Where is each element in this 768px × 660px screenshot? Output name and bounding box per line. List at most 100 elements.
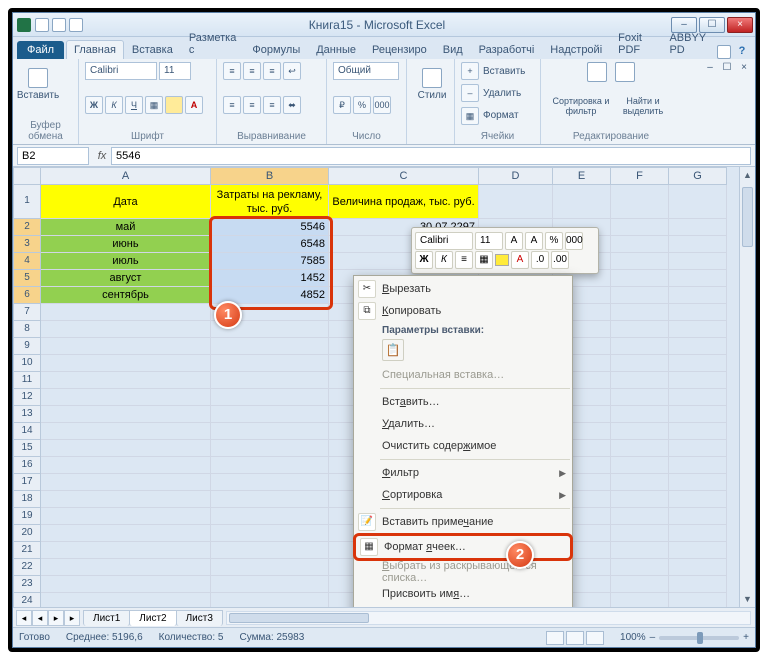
status-avg: Среднее: 5196,6 bbox=[66, 632, 143, 643]
formula-input[interactable]: 5546 bbox=[111, 147, 751, 165]
styles-icon bbox=[422, 68, 442, 88]
mini-fill[interactable] bbox=[495, 254, 509, 266]
mini-toolbar[interactable]: Calibri 11 A A % 000 Ж К ≡ ▦ A .0 .00 bbox=[411, 227, 599, 274]
group-cells: Ячейки bbox=[461, 131, 534, 142]
mini-dec-dec[interactable]: .00 bbox=[551, 251, 569, 269]
close-button[interactable]: × bbox=[727, 17, 753, 33]
redo-icon[interactable] bbox=[69, 18, 83, 32]
insert-cells[interactable]: + bbox=[461, 62, 479, 80]
font-color-button[interactable]: A bbox=[185, 96, 203, 114]
mini-size[interactable]: 11 bbox=[475, 232, 503, 250]
align-top[interactable]: ≡ bbox=[223, 62, 241, 80]
sheet-nav[interactable]: ◂◂▸▸ bbox=[16, 610, 80, 626]
ctx-filter[interactable]: Фильтр▶ bbox=[354, 462, 572, 484]
tab-formulas[interactable]: Формулы bbox=[244, 40, 308, 59]
number-format[interactable]: Общий bbox=[333, 62, 399, 80]
align-right[interactable]: ≡ bbox=[263, 96, 281, 114]
tab-abbyy[interactable]: ABBYY PD bbox=[661, 28, 717, 59]
ctx-cut[interactable]: ✂Вырезать bbox=[354, 278, 572, 300]
mini-center[interactable]: ≡ bbox=[455, 251, 473, 269]
sheet-tab[interactable]: Лист2 bbox=[129, 610, 176, 626]
tab-foxit[interactable]: Foxit PDF bbox=[610, 28, 661, 59]
ctx-copy[interactable]: ⧉Копировать bbox=[354, 300, 572, 322]
vertical-scrollbar[interactable]: ▲ ▼ bbox=[739, 167, 755, 607]
font-size[interactable]: 11 bbox=[159, 62, 191, 80]
undo-icon[interactable] bbox=[52, 18, 66, 32]
align-center[interactable]: ≡ bbox=[243, 96, 261, 114]
fill-color-button[interactable] bbox=[165, 96, 183, 114]
mini-dec-inc[interactable]: .0 bbox=[531, 251, 549, 269]
underline-button[interactable]: Ч bbox=[125, 96, 143, 114]
quick-access-toolbar[interactable] bbox=[35, 18, 83, 32]
tab-developer[interactable]: Разработчі bbox=[471, 40, 543, 59]
mini-font[interactable]: Calibri bbox=[415, 232, 473, 250]
sheet-tab[interactable]: Лист1 bbox=[83, 610, 130, 626]
tab-insert[interactable]: Вставка bbox=[124, 40, 181, 59]
mini-shrink[interactable]: A bbox=[525, 232, 543, 250]
align-bot[interactable]: ≡ bbox=[263, 62, 281, 80]
ribbon: – ☐ × Вставить Буфер обмена Calibri 11 Ж… bbox=[13, 59, 755, 145]
italic-button[interactable]: К bbox=[105, 96, 123, 114]
tab-layout[interactable]: Разметка с bbox=[181, 28, 245, 59]
format-cells[interactable]: ▦ bbox=[461, 107, 479, 125]
styles-button[interactable]: Стили bbox=[413, 62, 451, 106]
wrap-text[interactable]: ↩ bbox=[283, 62, 301, 80]
comma-button[interactable]: 000 bbox=[373, 96, 391, 114]
paste-button[interactable]: Вставить bbox=[19, 62, 57, 106]
tab-review[interactable]: Рецензиро bbox=[364, 40, 435, 59]
align-mid[interactable]: ≡ bbox=[243, 62, 261, 80]
sort-icon bbox=[587, 62, 607, 82]
view-buttons[interactable] bbox=[546, 631, 604, 645]
ctx-insert[interactable]: Вставить… bbox=[354, 391, 572, 413]
tab-data[interactable]: Данные bbox=[308, 40, 364, 59]
mdi-restore[interactable]: ☐ bbox=[720, 61, 734, 75]
mini-grow[interactable]: A bbox=[505, 232, 523, 250]
ctx-sort[interactable]: Сортировка▶ bbox=[354, 484, 572, 506]
sort-filter-button[interactable] bbox=[587, 62, 607, 82]
delete-cells[interactable]: – bbox=[461, 84, 479, 102]
ctx-name[interactable]: Присвоить имя… bbox=[354, 583, 572, 605]
font-name[interactable]: Calibri bbox=[85, 62, 157, 80]
ctx-delete[interactable]: Удалить… bbox=[354, 413, 572, 435]
mini-color[interactable]: A bbox=[511, 251, 529, 269]
zoom-control[interactable]: 100%–+ bbox=[620, 632, 749, 643]
minimize-ribbon-icon[interactable] bbox=[717, 45, 731, 59]
fx-icon[interactable]: fx bbox=[93, 150, 111, 162]
find-select-button[interactable] bbox=[615, 62, 635, 82]
ctx-format-cells[interactable]: ▦Формат ячеек… bbox=[353, 533, 573, 561]
paste-values-icon[interactable]: 📋 bbox=[382, 339, 404, 361]
help-icon[interactable]: ? bbox=[735, 45, 749, 59]
sheet-tab[interactable]: Лист3 bbox=[176, 610, 223, 626]
currency-button[interactable]: ₽ bbox=[333, 96, 351, 114]
tab-view[interactable]: Вид bbox=[435, 40, 471, 59]
mini-italic[interactable]: К bbox=[435, 251, 453, 269]
mini-border[interactable]: ▦ bbox=[475, 251, 493, 269]
group-number: Число bbox=[333, 131, 400, 142]
group-editing: Редактирование bbox=[547, 131, 675, 142]
align-left[interactable]: ≡ bbox=[223, 96, 241, 114]
mdi-close[interactable]: × bbox=[737, 61, 751, 75]
name-box[interactable]: B2 bbox=[17, 147, 89, 165]
mini-bold[interactable]: Ж bbox=[415, 251, 433, 269]
border-button[interactable]: ▦ bbox=[145, 96, 163, 114]
save-icon[interactable] bbox=[35, 18, 49, 32]
sheet-tabs: ◂◂▸▸ Лист1 Лист2 Лист3 bbox=[13, 607, 755, 627]
bold-button[interactable]: Ж bbox=[85, 96, 103, 114]
ctx-comment[interactable]: 📝Вставить примечание bbox=[354, 511, 572, 533]
tab-addins[interactable]: Надстройі bbox=[542, 40, 610, 59]
percent-button[interactable]: % bbox=[353, 96, 371, 114]
merge[interactable]: ⬌ bbox=[283, 96, 301, 114]
step-1: 1 bbox=[214, 301, 242, 329]
group-clipboard: Буфер обмена bbox=[19, 120, 72, 142]
mini-comma[interactable]: 000 bbox=[565, 232, 583, 250]
ribbon-tabs: Файл Главная Вставка Разметка с Формулы … bbox=[13, 37, 755, 59]
tab-home[interactable]: Главная bbox=[66, 40, 124, 59]
status-count: Количество: 5 bbox=[159, 632, 224, 643]
tab-file[interactable]: Файл bbox=[17, 41, 64, 59]
ctx-clear[interactable]: Очистить содержимое bbox=[354, 435, 572, 457]
mini-percent[interactable]: % bbox=[545, 232, 563, 250]
group-align: Выравнивание bbox=[223, 131, 320, 142]
window-title: Книга15 - Microsoft Excel bbox=[83, 18, 671, 32]
horizontal-scrollbar[interactable] bbox=[226, 611, 751, 625]
mdi-minimize[interactable]: – bbox=[703, 61, 717, 75]
